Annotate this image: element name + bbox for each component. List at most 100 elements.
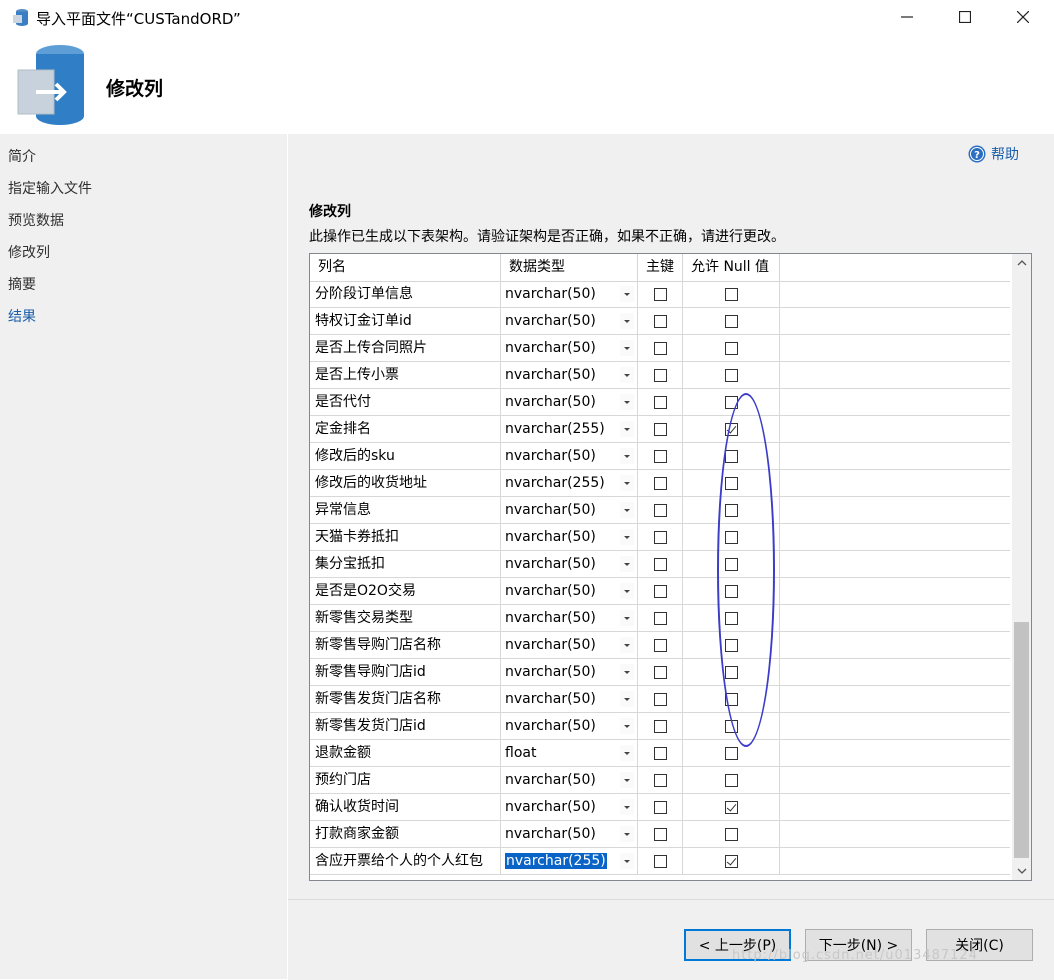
column-name-cell[interactable]: 集分宝抵扣 [310,551,501,577]
dropdown-arrow-icon[interactable] [620,826,634,842]
dropdown-arrow-icon[interactable] [620,718,634,734]
data-type-dropdown[interactable]: nvarchar(255) [501,416,638,442]
allow-null-checkbox[interactable] [724,827,738,841]
table-row[interactable]: 是否上传小票 nvarchar(50) [310,362,1010,389]
table-row[interactable]: 含应开票给个人的个人红包 nvarchar(255) [310,848,1010,875]
table-row[interactable]: 预约门店 nvarchar(50) [310,767,1010,794]
column-name-cell[interactable]: 天猫卡券抵扣 [310,524,501,550]
data-type-dropdown[interactable]: nvarchar(50) [501,686,638,712]
column-name-cell[interactable]: 打款商家金额 [310,821,501,847]
dropdown-arrow-icon[interactable] [620,691,634,707]
primary-key-checkbox[interactable] [653,287,667,301]
table-row[interactable]: 定金排名 nvarchar(255) [310,416,1010,443]
help-link[interactable]: ? 帮助 [968,144,1019,164]
column-name-cell[interactable]: 是否上传小票 [310,362,501,388]
primary-key-checkbox[interactable] [653,530,667,544]
nav-item-modify-columns[interactable]: 修改列 [8,242,50,262]
data-type-dropdown[interactable]: nvarchar(50) [501,335,638,361]
dropdown-arrow-icon[interactable] [620,664,634,680]
column-name-cell[interactable]: 预约门店 [310,767,501,793]
minimize-button[interactable] [878,0,936,34]
primary-key-checkbox[interactable] [653,476,667,490]
data-type-dropdown[interactable]: nvarchar(50) [501,659,638,685]
column-name-cell[interactable]: 新零售发货门店名称 [310,686,501,712]
table-row[interactable]: 集分宝抵扣 nvarchar(50) [310,551,1010,578]
column-name-cell[interactable]: 修改后的sku [310,443,501,469]
table-row[interactable]: 修改后的sku nvarchar(50) [310,443,1010,470]
dropdown-arrow-icon[interactable] [620,448,634,464]
data-type-dropdown[interactable]: nvarchar(50) [501,389,638,415]
column-header-type[interactable]: 数据类型 [501,254,638,281]
dropdown-arrow-icon[interactable] [620,313,634,329]
nav-item-preview[interactable]: 预览数据 [8,210,64,230]
table-row[interactable]: 天猫卡券抵扣 nvarchar(50) [310,524,1010,551]
data-type-dropdown[interactable]: nvarchar(50) [501,821,638,847]
allow-null-checkbox[interactable] [724,287,738,301]
nav-item-summary[interactable]: 摘要 [8,274,36,294]
column-name-cell[interactable]: 分阶段订单信息 [310,281,501,307]
primary-key-checkbox[interactable] [653,503,667,517]
column-name-cell[interactable]: 是否代付 [310,389,501,415]
table-row[interactable]: 打款商家金额 nvarchar(50) [310,821,1010,848]
data-type-dropdown[interactable]: nvarchar(50) [501,578,638,604]
scroll-up-button[interactable] [1012,254,1031,272]
data-type-dropdown[interactable]: nvarchar(50) [501,443,638,469]
column-header-pk[interactable]: 主键 [638,254,683,281]
data-type-dropdown[interactable]: nvarchar(50) [501,362,638,388]
table-row[interactable]: 异常信息 nvarchar(50) [310,497,1010,524]
data-type-dropdown[interactable]: nvarchar(50) [501,524,638,550]
table-row[interactable]: 新零售发货门店名称 nvarchar(50) [310,686,1010,713]
dropdown-arrow-icon[interactable] [620,745,634,761]
column-name-cell[interactable]: 特权订金订单id [310,308,501,334]
primary-key-checkbox[interactable] [653,773,667,787]
column-name-cell[interactable]: 新零售导购门店id [310,659,501,685]
dropdown-arrow-icon[interactable] [620,475,634,491]
table-row[interactable]: 新零售发货门店id nvarchar(50) [310,713,1010,740]
data-type-dropdown[interactable]: nvarchar(50) [501,308,638,334]
dropdown-arrow-icon[interactable] [620,853,634,869]
dropdown-arrow-icon[interactable] [620,340,634,356]
allow-null-checkbox[interactable] [724,341,738,355]
primary-key-checkbox[interactable] [653,611,667,625]
vertical-scrollbar[interactable] [1012,254,1031,880]
dropdown-arrow-icon[interactable] [620,556,634,572]
data-type-dropdown[interactable]: nvarchar(50) [501,497,638,523]
primary-key-checkbox[interactable] [653,854,667,868]
table-row[interactable]: 是否代付 nvarchar(50) [310,389,1010,416]
data-type-dropdown[interactable]: nvarchar(50) [501,281,638,307]
table-row[interactable]: 是否上传合同照片 nvarchar(50) [310,335,1010,362]
primary-key-checkbox[interactable] [653,719,667,733]
primary-key-checkbox[interactable] [653,422,667,436]
table-row[interactable]: 分阶段订单信息 nvarchar(50) [310,281,1010,308]
allow-null-checkbox[interactable] [724,773,738,787]
data-type-dropdown[interactable]: nvarchar(50) [501,551,638,577]
nav-item-results[interactable]: 结果 [8,306,36,326]
table-row[interactable]: 新零售导购门店id nvarchar(50) [310,659,1010,686]
primary-key-checkbox[interactable] [653,557,667,571]
column-name-cell[interactable]: 新零售发货门店id [310,713,501,739]
table-row[interactable]: 退款金额 float [310,740,1010,767]
column-name-cell[interactable]: 含应开票给个人的个人红包 [310,848,501,874]
column-name-cell[interactable]: 是否是O2O交易 [310,578,501,604]
primary-key-checkbox[interactable] [653,449,667,463]
column-name-cell[interactable]: 异常信息 [310,497,501,523]
data-type-dropdown[interactable]: nvarchar(50) [501,632,638,658]
allow-null-checkbox[interactable] [724,800,738,814]
data-type-dropdown[interactable]: nvarchar(50) [501,767,638,793]
column-name-cell[interactable]: 新零售导购门店名称 [310,632,501,658]
dropdown-arrow-icon[interactable] [620,799,634,815]
dropdown-arrow-icon[interactable] [620,583,634,599]
dropdown-arrow-icon[interactable] [620,502,634,518]
data-type-dropdown[interactable]: nvarchar(50) [501,794,638,820]
allow-null-checkbox[interactable] [724,854,738,868]
dropdown-arrow-icon[interactable] [620,637,634,653]
primary-key-checkbox[interactable] [653,827,667,841]
allow-null-checkbox[interactable] [724,314,738,328]
dropdown-arrow-icon[interactable] [620,367,634,383]
maximize-button[interactable] [936,0,994,34]
data-type-dropdown[interactable]: nvarchar(255) [501,470,638,496]
data-type-dropdown[interactable]: float [501,740,638,766]
primary-key-checkbox[interactable] [653,368,667,382]
allow-null-checkbox[interactable] [724,746,738,760]
column-header-nullable[interactable]: 允许 Null 值 [683,254,780,281]
